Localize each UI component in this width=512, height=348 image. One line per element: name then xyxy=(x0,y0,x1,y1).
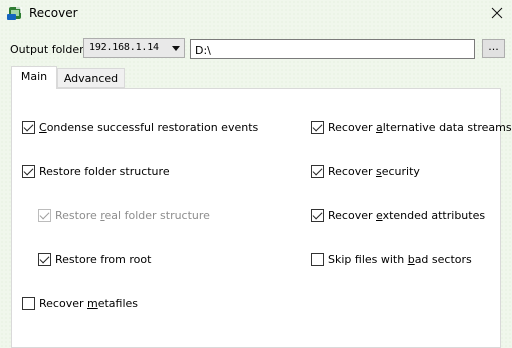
main-tab-panel: Condense successful restoration events Re… xyxy=(11,88,512,348)
title-bar: Recover xyxy=(0,0,512,26)
checkbox-box[interactable] xyxy=(311,164,324,178)
checkbox-label: Condense successful restoration events xyxy=(39,120,259,134)
browse-button[interactable]: ... xyxy=(482,39,505,58)
checkbox-recover-security[interactable]: Recover security xyxy=(311,164,420,178)
checkbox-skip-files-with-bad-sectors[interactable]: Skip files with bad sectors xyxy=(311,252,472,266)
checkbox-label: Recover security xyxy=(328,164,420,178)
checkbox-box[interactable] xyxy=(22,296,35,310)
checkbox-recover-alternative-data-streams[interactable]: Recover alternative data streams xyxy=(311,120,512,134)
output-path-input[interactable] xyxy=(190,39,475,59)
tab-advanced-label: Advanced xyxy=(63,72,119,85)
checkbox-label: Recover metafiles xyxy=(39,296,139,310)
checkbox-label: Restore real folder structure xyxy=(55,208,210,222)
checkbox-recover-extended-attributes[interactable]: Recover extended attributes xyxy=(311,208,485,222)
close-button[interactable] xyxy=(482,0,512,26)
checkbox-label: Recover extended attributes xyxy=(328,208,486,222)
tab-main[interactable]: Main xyxy=(11,66,57,89)
checkbox-recover-metafiles[interactable]: Recover metafiles xyxy=(22,296,138,310)
window-title: Recover xyxy=(29,6,78,20)
tab-main-label: Main xyxy=(20,70,48,83)
recover-app-icon xyxy=(7,7,22,20)
checkbox-box[interactable] xyxy=(22,164,35,178)
checkbox-condense-successful-restoration-events[interactable]: Condense successful restoration events xyxy=(22,120,258,134)
checkbox-label: Restore folder structure xyxy=(39,164,170,178)
checkbox-box[interactable] xyxy=(311,120,324,134)
checkbox-label: Skip files with bad sectors xyxy=(328,252,472,266)
checkbox-label: Recover alternative data streams xyxy=(328,120,512,134)
checkbox-restore-from-root[interactable]: Restore from root xyxy=(38,252,151,266)
close-icon xyxy=(491,7,503,19)
checkbox-restore-real-folder-structure: Restore real folder structure xyxy=(38,208,210,222)
checkbox-box[interactable] xyxy=(22,120,35,134)
chevron-down-icon xyxy=(172,46,180,51)
output-folder-select[interactable]: 192.168.1.14 xyxy=(83,38,185,58)
tab-advanced[interactable]: Advanced xyxy=(57,68,125,88)
checkbox-box[interactable] xyxy=(38,252,51,266)
checkbox-label: Restore from root xyxy=(55,252,152,266)
output-folder-label: Output folder: xyxy=(10,43,88,56)
checkbox-box xyxy=(38,208,51,222)
output-folder-selected: 192.168.1.14 xyxy=(89,42,159,53)
checkbox-box[interactable] xyxy=(311,252,324,266)
checkbox-restore-folder-structure[interactable]: Restore folder structure xyxy=(22,164,170,178)
checkbox-box[interactable] xyxy=(311,208,324,222)
